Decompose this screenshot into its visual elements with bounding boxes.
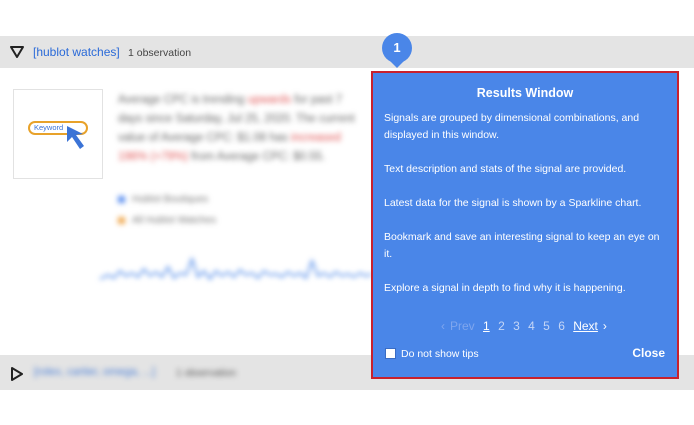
desc-direction: upwards [247,94,292,106]
tip-paragraph: Signals are grouped by dimensional combi… [384,112,640,141]
result-group-header[interactable]: [hublot watches] 1 observation [0,36,694,68]
signal-description: Average CPC is trending upwards for past… [118,91,368,167]
next-button[interactable]: Next [573,319,598,333]
desc-text: from Average CPC: $0.55. [188,151,326,163]
tip-paragraph: Latest data for the signal is shown by a… [384,197,642,209]
do-not-show-tips-checkbox[interactable] [385,348,396,359]
signal-thumbnail: Keyword [13,89,103,179]
legend-item: All Hublot Watches [118,210,216,231]
tour-tip-popover: Results Window Signals are grouped by di… [373,73,677,377]
tour-step-badge: 1 [382,33,412,63]
page-link-5[interactable]: 5 [543,319,550,333]
tour-step-pointer [389,60,405,68]
sparkline-chart [100,256,372,281]
tip-paragraph: Text description and stats of the signal… [384,163,627,175]
desc-text: is trending [191,94,248,106]
expand-triangle-icon[interactable] [11,367,23,381]
page-link-1[interactable]: 1 [483,319,490,333]
legend-swatch [118,216,125,224]
sparkline-legend: Hublot Boutiques All Hublot Watches [118,189,216,231]
desc-metric: Average CPC [118,94,192,106]
tip-title: Results Window [476,86,574,100]
tip-pager: ‹ Prev 1 2 3 4 5 6 Next › [441,319,612,333]
collapse-triangle-icon[interactable] [10,46,24,58]
desc-metric: Average CPC: $1.08 [160,132,267,144]
prev-chevron-icon: ‹ [441,319,445,333]
page-link-2[interactable]: 2 [498,319,505,333]
close-tip-button[interactable]: Close [632,346,665,360]
tip-paragraph: Bookmark and save an interesting signal … [384,231,660,260]
prev-button: Prev [450,319,475,333]
do-not-show-tips-label[interactable]: Do not show tips [401,348,479,360]
group-query-link-2[interactable]: [rolex, cartier, omega, ...] [34,366,155,378]
page: [hublot watches] 1 observation Keyword A… [0,0,694,425]
desc-text: has [266,132,292,144]
tip-paragraph: Explore a signal in depth to find why it… [384,282,626,294]
pointer-cursor-icon [67,126,84,149]
page-link-3[interactable]: 3 [513,319,520,333]
legend-swatch [118,195,125,203]
legend-item: Hublot Boutiques [118,189,216,210]
page-link-4[interactable]: 4 [528,319,535,333]
group-query-link[interactable]: [hublot watches] [33,45,120,59]
page-link-6[interactable]: 6 [558,319,565,333]
legend-label: Hublot Boutiques [132,194,209,205]
group-observation-count: 1 observation [128,47,192,59]
legend-label: All Hublot Watches [132,215,217,226]
group-observation-count-2: 1 observation [176,368,237,379]
next-chevron-icon[interactable]: › [603,319,607,333]
